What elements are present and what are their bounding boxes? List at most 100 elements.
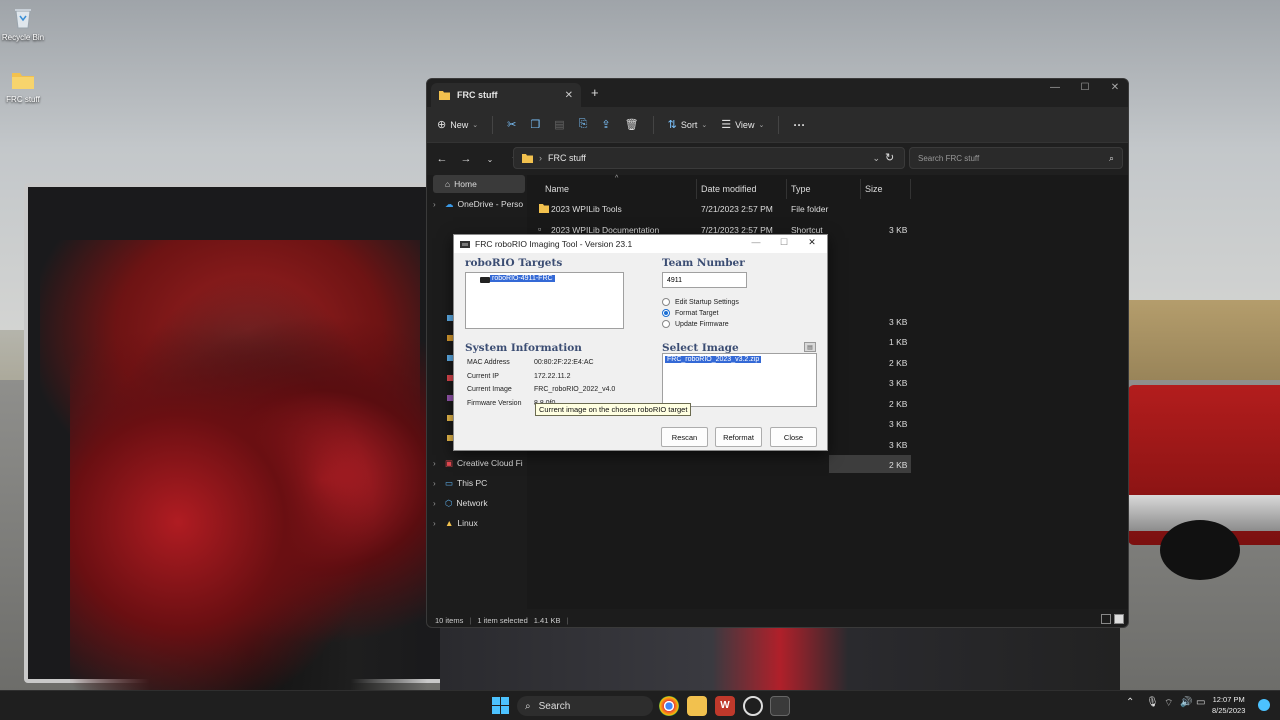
targets-list[interactable]: roboRIO-4911-FRC (465, 272, 624, 329)
battery-icon[interactable]: ▭ (1196, 697, 1205, 708)
tiles-view-icon[interactable] (1114, 614, 1124, 624)
column-header-label: Name (545, 184, 570, 194)
windows-start-icon[interactable] (492, 697, 509, 714)
forward-arrow-icon[interactable]: → (459, 153, 473, 165)
column-header-date[interactable]: Date modified (697, 179, 787, 199)
search-icon: ⌕ (525, 700, 531, 712)
option-format-target[interactable]: Format Target (662, 309, 718, 317)
file-row[interactable]: 2023 WPILib Tools 7/21/2023 2:57 PM File… (535, 199, 911, 219)
file-explorer-icon[interactable] (687, 696, 707, 716)
chevron-down-icon: ⌄ (701, 121, 708, 129)
recent-locations-icon[interactable]: ⌄ (483, 155, 497, 164)
back-arrow-icon[interactable]: ← (435, 153, 449, 165)
wifi-icon[interactable]: ⌔ (1164, 697, 1173, 710)
team-number-input[interactable] (662, 272, 747, 288)
expand-chevron-icon[interactable]: › (433, 459, 441, 468)
rename-icon[interactable]: ⎘ (579, 118, 588, 131)
status-selected: 1 item selected (477, 615, 528, 625)
search-input[interactable]: Search FRC stuff ⌕ (909, 147, 1123, 169)
expand-chevron-icon[interactable]: › (433, 479, 441, 488)
info-label: Current Image (467, 386, 512, 393)
nav-item-home[interactable]: ⌂ Home (433, 175, 525, 193)
column-header-label: Type (791, 184, 811, 194)
folder-icon (12, 73, 34, 89)
nav-item-onedrive[interactable]: › ☁ OneDrive - Perso (433, 195, 525, 213)
volume-icon[interactable]: 🔊 (1180, 697, 1192, 708)
file-size: 1 KB (889, 337, 908, 347)
sort-button-label: Sort (680, 119, 698, 130)
maximize-icon[interactable]: ☐ (1070, 82, 1100, 93)
address-bar[interactable]: › FRC stuff ⌄ (513, 147, 905, 169)
close-dialog-icon[interactable]: ✕ (800, 237, 824, 248)
address-dropdown-icon[interactable]: ⌄ (872, 153, 880, 164)
browse-folder-icon[interactable]: ▤ (804, 342, 816, 352)
chrome-icon[interactable] (659, 696, 679, 716)
column-header-name[interactable]: Name (541, 179, 697, 199)
chevron-down-icon: ⌄ (472, 121, 479, 129)
option-update-firmware[interactable]: Update Firmware (662, 320, 729, 328)
delete-icon[interactable]: 🗑 (625, 118, 639, 131)
app-icon[interactable] (743, 696, 763, 716)
new-button[interactable]: ⊕ New ⌄ (437, 118, 478, 131)
view-button[interactable]: ☰ View ⌄ (721, 118, 764, 131)
minimize-icon[interactable]: — (1040, 82, 1070, 93)
roborio-tool-taskbar-icon[interactable] (770, 696, 790, 716)
explorer-navigation-bar: ← → ⌄ ↑ › FRC stuff ⌄ ↻ Search FRC stuff… (427, 143, 1128, 175)
file-type: File folder (791, 204, 829, 214)
column-header-size[interactable]: Size (861, 179, 911, 199)
column-header-type[interactable]: Type (787, 179, 861, 199)
file-size: 2 KB (889, 399, 908, 409)
radio-button-selected[interactable] (662, 309, 670, 317)
home-icon: ⌂ (445, 179, 451, 189)
radio-button[interactable] (662, 298, 670, 306)
file-size: 3 KB (889, 419, 908, 429)
info-label: Firmware Version (467, 400, 522, 407)
rescan-button[interactable]: Rescan (661, 427, 708, 447)
option-label: Update Firmware (675, 320, 729, 328)
expand-chevron-icon[interactable]: › (433, 499, 441, 508)
nav-item-this-pc[interactable]: › ▭ This PC (433, 474, 525, 492)
breadcrumb-path[interactable]: FRC stuff (548, 153, 586, 163)
details-view-icon[interactable] (1101, 614, 1111, 624)
nav-item-linux[interactable]: › ▲ Linux (433, 514, 525, 532)
linux-penguin-icon: ▲ (445, 518, 454, 528)
recycle-bin-icon (15, 9, 31, 29)
desktop-icon-frc-stuff[interactable]: FRC stuff (0, 68, 53, 104)
expand-chevron-icon[interactable]: › (433, 519, 441, 528)
notification-icon[interactable] (1258, 699, 1270, 711)
desktop-icon-recycle-bin[interactable]: Recycle Bin (0, 6, 53, 42)
option-edit-startup-settings[interactable]: Edit Startup Settings (662, 298, 739, 306)
target-item[interactable]: roboRIO-4911-FRC (490, 275, 555, 282)
wallpaper-team-photo-lower (440, 625, 1120, 695)
taskbar: ⌕ Search W ⌃ 🎙 ⌔ 🔊 ▭ 12:07 PM 8/25/2023 (0, 690, 1280, 720)
info-value: 172.22.11.2 (534, 373, 571, 380)
radio-button[interactable] (662, 320, 670, 328)
minimize-icon[interactable]: — (744, 237, 768, 247)
word-app-icon[interactable]: W (715, 696, 735, 716)
close-button[interactable]: Close (770, 427, 817, 447)
copy-icon[interactable]: ❐ (530, 118, 540, 131)
more-options-icon[interactable]: ··· (793, 118, 805, 132)
microphone-icon[interactable]: 🎙 (1146, 697, 1159, 708)
taskbar-clock[interactable]: 12:07 PM 8/25/2023 (1212, 694, 1245, 716)
image-item[interactable]: FRC_roboRIO_2023_v3.2.zip (665, 356, 762, 363)
taskbar-search[interactable]: ⌕ Search (517, 696, 653, 716)
refresh-icon[interactable]: ↻ (885, 151, 894, 164)
nav-item-network[interactable]: › ⬡ Network (433, 494, 525, 512)
status-bar: 10 items | 1 item selected 1.41 KB | (427, 611, 1128, 627)
file-size: 3 KB (889, 378, 908, 388)
paste-icon[interactable]: ▤ (554, 118, 564, 131)
cloud-icon: ☁ (445, 198, 454, 209)
reformat-button[interactable]: Reformat (715, 427, 762, 447)
close-window-icon[interactable]: ✕ (1100, 82, 1128, 93)
sort-button[interactable]: ⇅ Sort ⌄ (668, 118, 708, 131)
image-list[interactable]: FRC_roboRIO_2023_v3.2.zip (662, 353, 817, 407)
cut-icon[interactable]: ✂ (507, 118, 516, 131)
share-icon[interactable]: ⇪ (601, 118, 610, 131)
shortcut-icon: ▫ (538, 224, 542, 234)
info-label: Current IP (467, 373, 499, 380)
nav-item-label: OneDrive - Perso (457, 199, 524, 209)
expand-chevron-icon[interactable]: › (433, 200, 441, 209)
maximize-icon[interactable]: ☐ (772, 237, 796, 248)
tray-overflow-icon[interactable]: ⌃ (1126, 697, 1134, 708)
